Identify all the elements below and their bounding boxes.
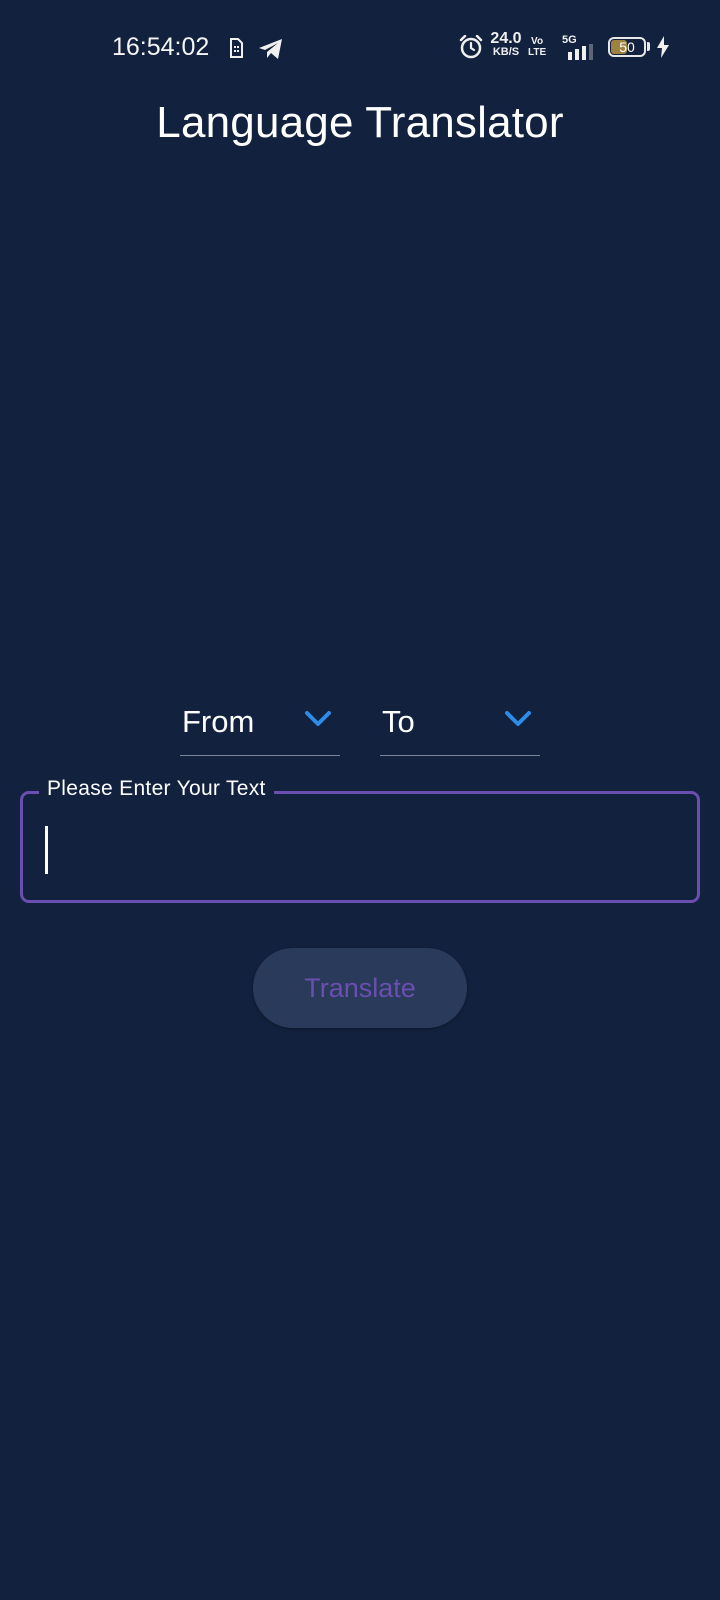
translate-button[interactable]: Translate xyxy=(253,948,467,1028)
battery-tip xyxy=(647,42,650,51)
telegram-icon xyxy=(258,38,284,65)
text-input-field[interactable]: Please Enter Your Text xyxy=(20,777,700,903)
from-language-dropdown[interactable]: From xyxy=(180,686,340,756)
text-input-label: Please Enter Your Text xyxy=(39,777,274,801)
status-time: 16:54:02 xyxy=(112,33,210,61)
to-language-dropdown[interactable]: To xyxy=(380,686,540,756)
from-language-label: From xyxy=(182,704,255,739)
network-speed-value: 24.0 xyxy=(490,30,522,47)
page-title: Language Translator xyxy=(156,98,564,147)
charging-icon xyxy=(656,36,670,63)
text-cursor xyxy=(45,826,48,874)
alarm-icon xyxy=(459,34,483,64)
volte-indicator: Vo LTE xyxy=(528,36,547,58)
volte-top: Vo xyxy=(531,36,544,47)
battery-icon: 50 xyxy=(608,37,646,57)
sim-card-icon xyxy=(229,38,243,63)
network-speed: 24.0 KB/S xyxy=(486,31,526,58)
network-speed-unit: KB/S xyxy=(492,46,520,58)
to-language-label: To xyxy=(382,704,415,739)
chevron-down-icon xyxy=(504,710,532,733)
battery-level: 50 xyxy=(619,39,635,55)
signal-icon xyxy=(566,44,594,65)
chevron-down-icon xyxy=(304,710,332,733)
status-bar: 16:54:02 24.0 KB/S Vo LTE 5G 50 xyxy=(0,0,720,96)
volte-bottom: LTE xyxy=(528,46,547,58)
